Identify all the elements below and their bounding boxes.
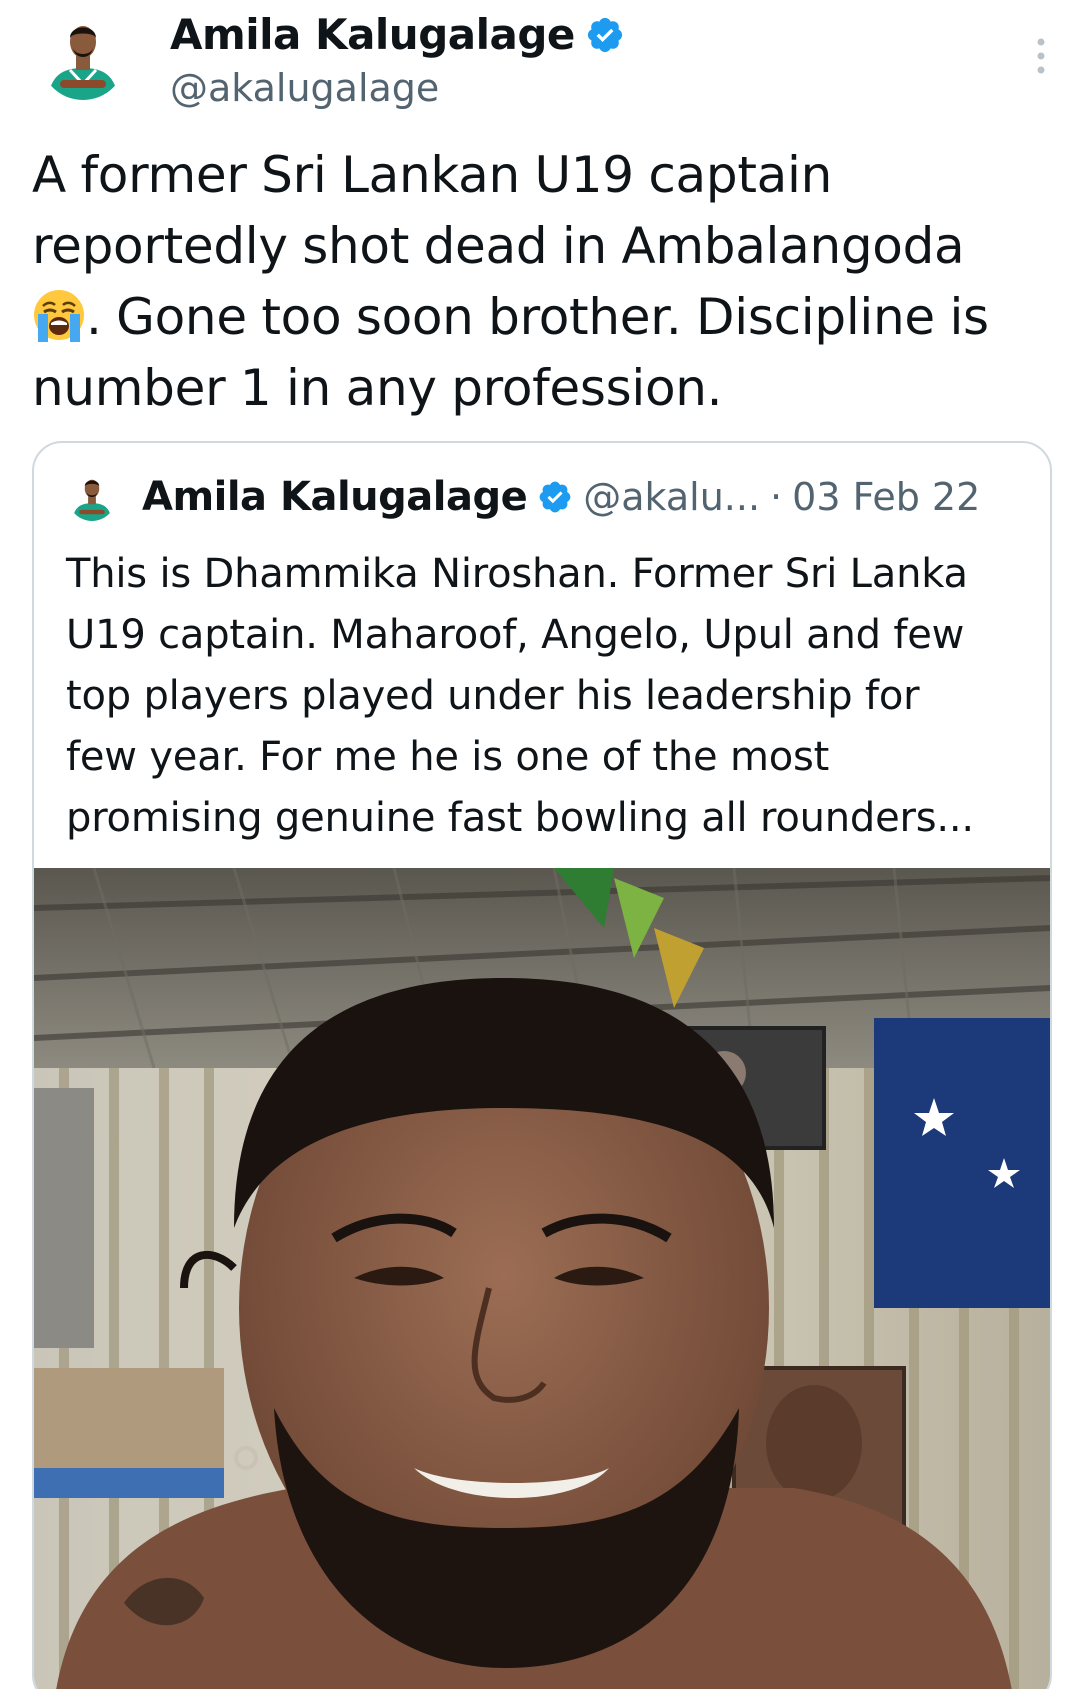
author-name-row: Amila Kalugalage — [170, 10, 625, 59]
author-avatar[interactable] — [40, 14, 126, 100]
tweet: Amila Kalugalage @akalugalage A former S… — [0, 0, 1080, 1689]
tweet-text-line: number 1 in any profession. — [32, 359, 723, 417]
more-options-icon[interactable] — [1026, 36, 1056, 76]
quoted-author-name[interactable]: Amila Kalugalage — [142, 474, 528, 520]
quoted-text-line: top players played under his leadership … — [66, 673, 920, 719]
tweet-text-line: reportedly shot dead in Ambalangoda — [32, 217, 965, 275]
quoted-text-line: This is Dhammika Niroshan. Former Sri La… — [66, 551, 968, 597]
verified-check-icon — [587, 17, 622, 52]
quoted-tweet-date[interactable]: 03 Feb 22 — [792, 475, 980, 519]
tweet-text-fragment: . Gone too soon brother. Discipline is — [86, 288, 989, 346]
quoted-author-handle[interactable]: @akalu... — [583, 475, 760, 519]
loudly-crying-face-emoji — [34, 290, 84, 342]
author-display-name[interactable]: Amila Kalugalage — [170, 10, 575, 59]
quoted-tweet-header: Amila Kalugalage @akalu... · 03 Feb 22 — [68, 473, 980, 521]
quoted-tweet-photo[interactable] — [34, 868, 1050, 1689]
quoted-text-line: few year. For me he is one of the most — [66, 734, 830, 780]
quoted-author-avatar[interactable] — [68, 473, 116, 521]
quoted-text-line: promising genuine fast bowling all round… — [66, 795, 974, 841]
tweet-text-line-with-emoji: . Gone too soon brother. Discipline is — [32, 282, 1052, 353]
quoted-tweet-card[interactable]: Amila Kalugalage @akalu... · 03 Feb 22 T… — [32, 441, 1052, 1689]
tweet-text-line: A former Sri Lankan U19 captain — [32, 146, 832, 204]
author-handle[interactable]: @akalugalage — [170, 66, 439, 110]
tweet-text: A former Sri Lankan U19 captain reported… — [32, 140, 1052, 424]
verified-check-icon — [539, 481, 571, 513]
quoted-tweet-text: This is Dhammika Niroshan. Former Sri La… — [66, 544, 1026, 849]
header-separator: · — [770, 475, 783, 519]
quoted-text-line: U19 captain. Maharoof, Angelo, Upul and … — [66, 612, 965, 658]
